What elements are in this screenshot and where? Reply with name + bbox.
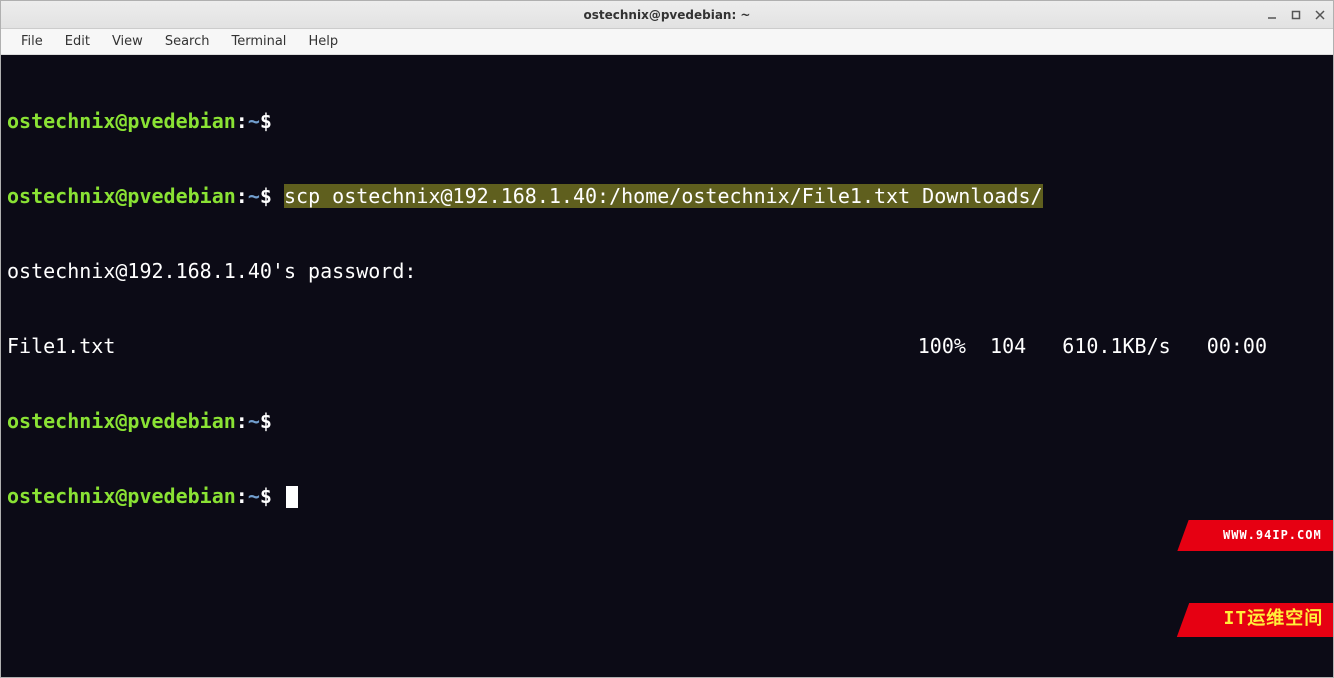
prompt-at: @ (115, 109, 127, 133)
menu-file[interactable]: File (11, 31, 53, 52)
prompt-user: ostechnix (7, 109, 115, 133)
prompt-path: ~ (248, 409, 260, 433)
prompt-dollar: $ (260, 184, 272, 208)
password-prompt-line: ostechnix@192.168.1.40's password: (7, 259, 1327, 284)
prompt-line-empty: ostechnix@pvedebian:~$ (7, 109, 1327, 134)
prompt-host: pvedebian (127, 484, 235, 508)
scp-command-line: ostechnix@pvedebian:~$ scp ostechnix@192… (7, 184, 1327, 209)
prompt-colon: : (236, 184, 248, 208)
terminal-area[interactable]: ostechnix@pvedebian:~$ ostechnix@pvedebi… (1, 55, 1333, 677)
menu-search[interactable]: Search (155, 31, 220, 52)
menu-view[interactable]: View (102, 31, 153, 52)
password-prompt: ostechnix@192.168.1.40's password: (7, 259, 416, 283)
watermark-brand: IT运维空间 (1177, 603, 1333, 637)
transfer-time: 00:00 (1207, 334, 1267, 358)
prompt-user: ostechnix (7, 484, 115, 508)
transfer-progress-line: File1.txt 100% 104 610.1KB/s 00:00 (7, 334, 1327, 359)
window-controls (1267, 1, 1325, 29)
prompt-at: @ (115, 409, 127, 433)
window-title: ostechnix@pvedebian: ~ (584, 8, 751, 22)
menu-help[interactable]: Help (298, 31, 348, 52)
transfer-bytes: 104 (990, 334, 1026, 358)
maximize-button[interactable] (1291, 10, 1301, 20)
transfer-percent: 100% (918, 334, 966, 358)
terminal-window: ostechnix@pvedebian: ~ File Edit View Se… (0, 0, 1334, 678)
prompt-host: pvedebian (127, 184, 235, 208)
transfer-filename: File1.txt (7, 334, 115, 359)
prompt-path: ~ (248, 109, 260, 133)
prompt-colon: : (236, 109, 248, 133)
prompt-dollar: $ (260, 484, 272, 508)
prompt-colon: : (236, 409, 248, 433)
prompt-host: pvedebian (127, 409, 235, 433)
prompt-line-cursor: ostechnix@pvedebian:~$ (7, 484, 1327, 509)
prompt-path: ~ (248, 484, 260, 508)
terminal-cursor (286, 486, 298, 508)
menu-edit[interactable]: Edit (55, 31, 100, 52)
prompt-colon: : (236, 484, 248, 508)
prompt-at: @ (115, 484, 127, 508)
menu-terminal[interactable]: Terminal (221, 31, 296, 52)
prompt-at: @ (115, 184, 127, 208)
prompt-path: ~ (248, 184, 260, 208)
prompt-line-empty-2: ostechnix@pvedebian:~$ (7, 409, 1327, 434)
watermark-url: WWW.94IP.COM (1178, 520, 1333, 551)
minimize-button[interactable] (1267, 10, 1277, 20)
prompt-dollar: $ (260, 409, 272, 433)
menubar: File Edit View Search Terminal Help (1, 29, 1333, 55)
prompt-user: ostechnix (7, 184, 115, 208)
transfer-speed: 610.1KB/s (1062, 334, 1170, 358)
scp-command: scp ostechnix@192.168.1.40:/home/ostechn… (284, 184, 1043, 208)
titlebar: ostechnix@pvedebian: ~ (1, 1, 1333, 29)
prompt-host: pvedebian (127, 109, 235, 133)
transfer-stats: 100% 104 610.1KB/s 00:00 (918, 334, 1327, 359)
close-button[interactable] (1315, 10, 1325, 20)
prompt-user: ostechnix (7, 409, 115, 433)
prompt-dollar: $ (260, 109, 272, 133)
